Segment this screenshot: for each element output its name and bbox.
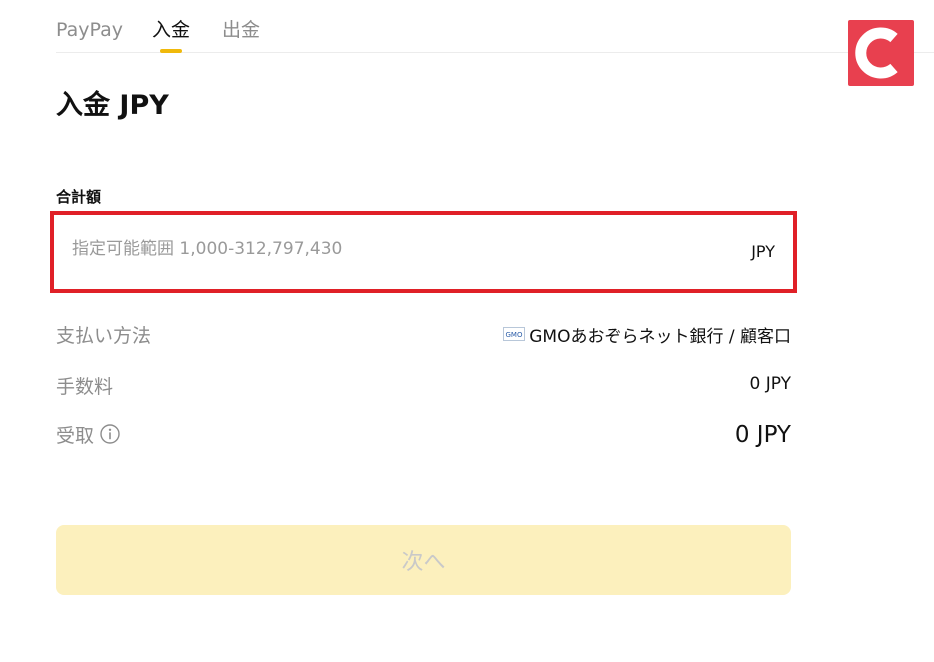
amount-label: 合計額 xyxy=(56,188,102,206)
gmo-bank-icon: GMO xyxy=(503,327,526,341)
gmo-icon-text: GMO xyxy=(506,331,523,339)
brand-logo xyxy=(848,20,914,86)
tab-paypay[interactable]: PayPay xyxy=(56,18,123,42)
tab-withdraw-label: 出金 xyxy=(222,19,261,41)
active-tab-indicator xyxy=(160,49,182,53)
next-button[interactable]: 次へ xyxy=(56,525,791,595)
c-logo-icon xyxy=(855,27,898,79)
tab-deposit-label: 入金 xyxy=(152,19,191,41)
tab-deposit[interactable]: 入金 xyxy=(152,18,191,53)
receive-label: 受取 xyxy=(56,425,95,447)
deposit-page: PayPay 入金 出金 入金 JPY 合計額 JPY 支払い方法 GMO GM… xyxy=(0,0,934,662)
payment-method-value[interactable]: GMO GMOあおぞらネット銀行 / 顧客口 xyxy=(503,322,791,347)
receive-value: 0 JPY xyxy=(734,422,791,448)
amount-input[interactable] xyxy=(72,239,672,259)
amount-field: JPY xyxy=(56,217,789,285)
tab-paypay-label: PayPay xyxy=(56,19,123,41)
payment-method-text: GMOあおぞらネット銀行 / 顧客口 xyxy=(529,327,791,347)
tab-bar: PayPay 入金 出金 xyxy=(56,0,934,53)
receive-label-row: 受取 xyxy=(56,421,120,448)
payment-method-label: 支払い方法 xyxy=(56,325,152,347)
tab-withdraw[interactable]: 出金 xyxy=(222,18,260,42)
amount-unit: JPY xyxy=(751,242,775,261)
page-title: 入金 JPY xyxy=(56,90,169,121)
fee-value: 0 JPY xyxy=(749,374,792,394)
fee-label: 手数料 xyxy=(56,376,114,398)
info-icon[interactable] xyxy=(100,424,120,444)
